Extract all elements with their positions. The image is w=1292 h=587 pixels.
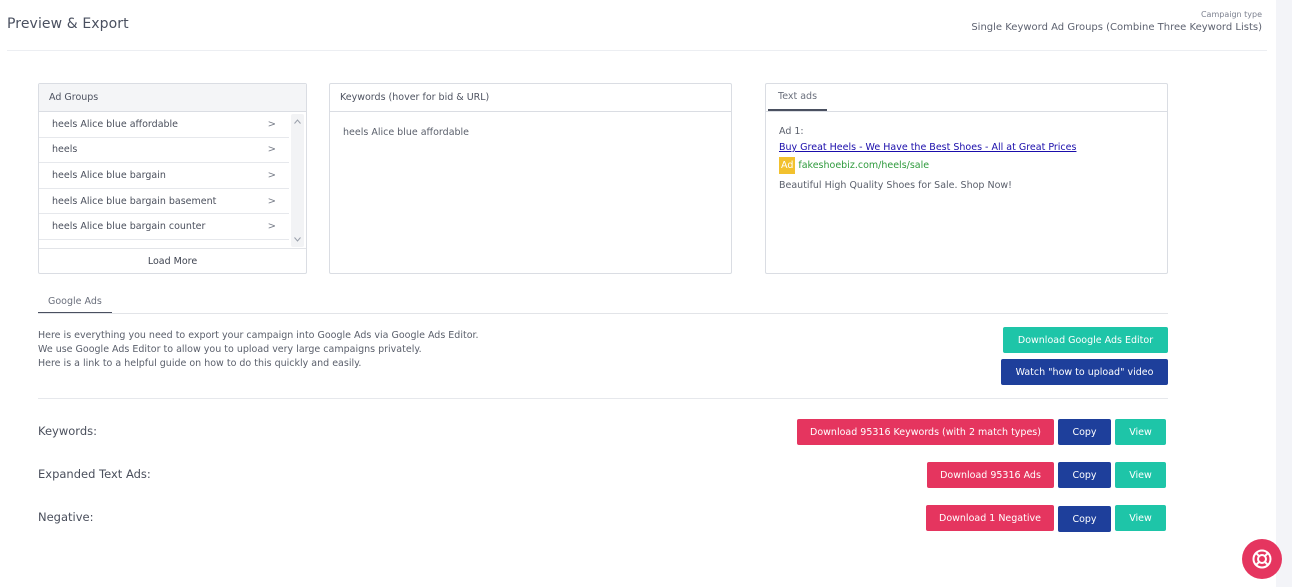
copy-keywords-button[interactable]: Copy (1058, 419, 1111, 445)
ad-description: Beautiful High Quality Shoes for Sale. S… (779, 180, 1012, 191)
ad-group-item[interactable]: heels Alice blue bargain > (39, 163, 289, 189)
ads-row-label: Expanded Text Ads: (38, 467, 151, 481)
view-ads-button[interactable]: View (1115, 462, 1166, 488)
instruction-line[interactable]: Here is a link to a helpful guide on how… (38, 357, 479, 371)
ad-preview: Ad 1: Buy Great Heels - We Have the Best… (766, 112, 1167, 205)
text-ads-tabs: Text ads (766, 84, 1167, 112)
help-button[interactable] (1242, 539, 1282, 579)
instruction-line: Here is everything you need to export yo… (38, 330, 479, 341)
ad-group-label: heels (52, 144, 78, 156)
keywords-row-label: Keywords: (38, 424, 97, 438)
campaign-type: Campaign type Single Keyword Ad Groups (… (971, 10, 1262, 33)
load-more-button[interactable]: Load More (39, 248, 306, 274)
ad-group-label: heels Alice blue affordable (52, 118, 179, 130)
keywords-panel: Keywords (hover for bid & URL) heels Ali… (329, 83, 732, 274)
ad-group-label: heels Alice blue bargain (52, 169, 166, 181)
copy-negative-button[interactable]: Copy (1058, 506, 1111, 532)
campaign-type-label: Campaign type (1200, 10, 1262, 19)
keywords-list: heels Alice blue affordable (330, 112, 731, 153)
ad-group-label: heels Alice blue bargain counter (52, 221, 206, 233)
download-negative-button[interactable]: Download 1 Negative (926, 505, 1054, 531)
ad-groups-title: Ad Groups (39, 84, 306, 112)
ad-groups-scrollbar[interactable] (291, 114, 304, 247)
ad-display-url: fakeshoebiz.com/heels/sale (798, 160, 930, 171)
section-divider (38, 398, 1168, 399)
scroll-down-icon[interactable] (291, 233, 304, 246)
keywords-panel-title: Keywords (hover for bid & URL) (330, 84, 731, 112)
text-ads-panel: Text ads Ad 1: Buy Great Heels - We Have… (765, 83, 1168, 274)
ad-groups-panel: Ad Groups heels Alice blue affordable > … (38, 83, 307, 274)
lifebuoy-icon (1252, 549, 1272, 569)
chevron-right-icon: > (267, 195, 276, 207)
page-scrollbar-track[interactable] (1276, 0, 1292, 587)
chevron-right-icon: > (267, 221, 276, 233)
negative-row-label: Negative: (38, 510, 94, 524)
page-title: Preview & Export (7, 16, 129, 32)
download-ads-button[interactable]: Download 95316 Ads (927, 462, 1054, 488)
watch-how-to-upload-video-button[interactable]: Watch "how to upload" video (1001, 359, 1168, 385)
ad-groups-list: heels Alice blue affordable > heels > he… (39, 112, 289, 240)
keyword-item[interactable]: heels Alice blue affordable (343, 127, 718, 138)
copy-ads-button[interactable]: Copy (1058, 462, 1111, 488)
view-negative-button[interactable]: View (1115, 505, 1166, 531)
scroll-up-icon[interactable] (291, 115, 304, 128)
ad-group-item[interactable]: heels Alice blue bargain counter > (39, 214, 289, 240)
tab-text-ads[interactable]: Text ads (768, 84, 828, 111)
header-divider (7, 50, 1267, 51)
chevron-right-icon: > (267, 169, 276, 181)
tab-google-ads[interactable]: Google Ads (38, 291, 112, 314)
chevron-right-icon: > (267, 144, 276, 156)
campaign-type-value: Single Keyword Ad Groups (Combine Three … (971, 22, 1262, 33)
ad-badge: Ad (779, 157, 796, 174)
ad-url-row: Ad fakeshoebiz.com/heels/sale (779, 157, 1154, 174)
export-instructions: Here is everything you need to export yo… (38, 329, 479, 371)
instruction-line: We use Google Ads Editor to allow you to… (38, 344, 422, 355)
ad-group-item[interactable]: heels > (39, 138, 289, 164)
download-google-ads-editor-button[interactable]: Download Google Ads Editor (1003, 327, 1168, 353)
google-ads-tab-divider (38, 313, 1168, 314)
chevron-right-icon: > (267, 118, 276, 130)
download-keywords-button[interactable]: Download 95316 Keywords (with 2 match ty… (797, 419, 1054, 445)
ad-headline-link[interactable]: Buy Great Heels - We Have the Best Shoes… (779, 142, 1076, 153)
ad-number-label: Ad 1: (779, 126, 804, 137)
view-keywords-button[interactable]: View (1115, 419, 1166, 445)
ad-group-item[interactable]: heels Alice blue bargain basement > (39, 189, 289, 215)
ad-group-label: heels Alice blue bargain basement (52, 195, 217, 207)
ad-group-item[interactable]: heels Alice blue affordable > (39, 112, 289, 138)
